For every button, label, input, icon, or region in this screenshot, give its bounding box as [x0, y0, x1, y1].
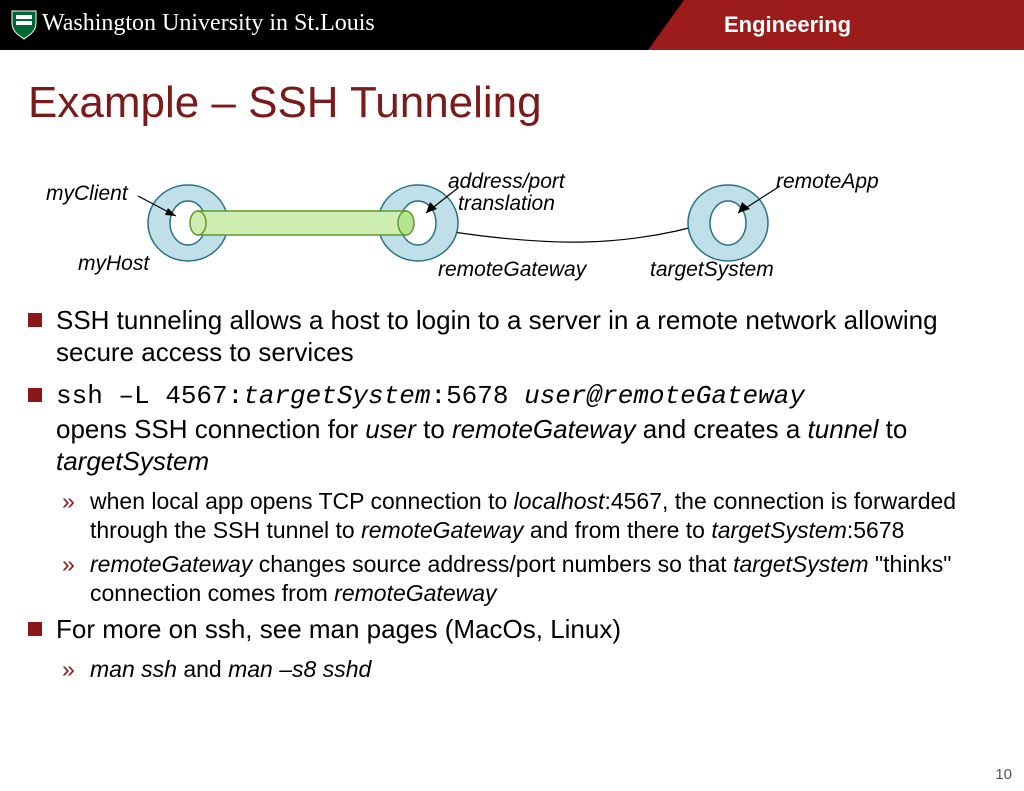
bullet-2-sub-2: remoteGateway changes source address/por…: [62, 550, 988, 607]
slide-body: SSH tunneling allows a host to login to …: [28, 300, 988, 690]
page-number: 10: [995, 766, 1012, 783]
label-targetsystem: targetSystem: [650, 258, 774, 282]
label-myclient: myClient: [46, 182, 128, 206]
bullet-2-sub-1: when local app opens TCP connection to l…: [62, 487, 988, 544]
slide-header: Washington University in St.Louis Engine…: [0, 0, 1024, 50]
engineering-label: Engineering: [684, 0, 1024, 50]
slide-title: Example – SSH Tunneling: [28, 78, 542, 128]
bullet-3-sub-1: man ssh and man –s8 sshd: [62, 655, 988, 684]
ssh-tunnel-diagram: myClient myHost address/port translation…: [28, 168, 888, 288]
bullet-2: ssh –L 4567:targetSystem:5678 user@remot…: [28, 378, 988, 477]
shield-icon: [10, 9, 38, 41]
bullet-3: For more on ssh, see man pages (MacOs, L…: [28, 613, 988, 645]
university-name: Washington University in St.Louis: [42, 10, 375, 37]
label-remotegateway: remoteGateway: [438, 258, 586, 282]
label-addrport-2: translation: [458, 192, 555, 216]
ssh-command: ssh –L 4567:targetSystem:5678 user@remot…: [56, 381, 805, 411]
bullet-1: SSH tunneling allows a host to login to …: [28, 304, 988, 368]
label-addrport-1: address/port: [448, 170, 565, 194]
header-wedge: [648, 0, 684, 50]
label-remoteapp: remoteApp: [776, 170, 879, 194]
label-myhost: myHost: [78, 252, 149, 276]
